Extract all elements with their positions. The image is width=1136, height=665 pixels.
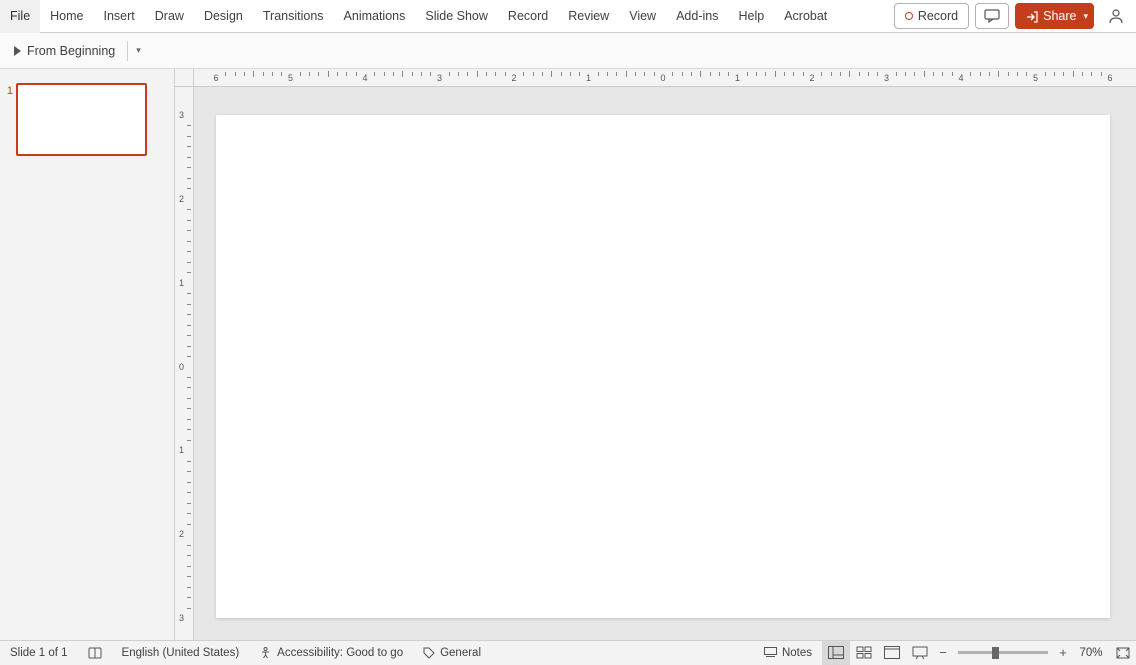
record-button[interactable]: Record (894, 3, 969, 29)
thumbnail-number: 1 (2, 83, 16, 97)
ruler-h-label: 5 (288, 73, 293, 83)
tab-design[interactable]: Design (194, 0, 253, 33)
zoom-percentage[interactable]: 70% (1072, 647, 1110, 659)
slide-canvas-wrap (194, 87, 1136, 640)
thumbnail-slide-1[interactable]: 1 (0, 83, 174, 156)
comment-icon (984, 9, 1000, 23)
from-beginning-button[interactable]: From Beginning (6, 41, 123, 61)
tab-help[interactable]: Help (728, 0, 774, 33)
ruler-h-label: 1 (735, 73, 740, 83)
sorter-view-icon (856, 646, 872, 659)
accessibility-icon (259, 646, 272, 659)
book-icon (88, 646, 102, 660)
ruler-v-label: 1 (179, 278, 184, 288)
tab-acrobat[interactable]: Acrobat (774, 0, 837, 33)
ruler-v-label: 3 (179, 110, 184, 120)
share-icon (1025, 10, 1038, 23)
tab-home[interactable]: Home (40, 0, 93, 33)
tab-animations[interactable]: Animations (334, 0, 416, 33)
record-dot-icon (905, 12, 913, 20)
ruler-h-label: 2 (809, 73, 814, 83)
tab-record[interactable]: Record (498, 0, 558, 33)
status-sensitivity[interactable]: General (413, 641, 491, 665)
notes-button[interactable]: Notes (754, 641, 822, 665)
ruler-h-label: 1 (586, 73, 591, 83)
ruler-h-label: 2 (511, 73, 516, 83)
fit-to-window-button[interactable] (1110, 641, 1136, 665)
status-language[interactable]: English (United States) (112, 641, 250, 665)
view-sorter-button[interactable] (850, 641, 878, 665)
record-button-label: Record (918, 9, 958, 23)
status-accessibility[interactable]: Accessibility: Good to go (249, 641, 413, 665)
comments-button[interactable] (975, 3, 1009, 29)
tab-insert[interactable]: Insert (94, 0, 145, 33)
tab-draw[interactable]: Draw (145, 0, 194, 33)
ruler-h-label: 4 (958, 73, 963, 83)
from-beginning-label: From Beginning (27, 44, 115, 58)
toolbar-more-dropdown[interactable]: ▾ (132, 41, 145, 60)
ruler-v-label: 1 (179, 445, 184, 455)
thumbnail-pane: 1 (0, 69, 175, 640)
slideshow-view-icon (912, 646, 928, 659)
reading-view-icon (884, 646, 900, 659)
status-slide-count[interactable]: Slide 1 of 1 (0, 641, 78, 665)
status-right: Notes (754, 641, 1136, 665)
play-icon (14, 46, 21, 56)
ribbon-tabs: File Home Insert Draw Design Transitions… (0, 0, 1136, 33)
ruler-h-label: 5 (1033, 73, 1038, 83)
slide-canvas[interactable] (216, 115, 1110, 618)
tag-icon (423, 647, 435, 659)
view-normal-button[interactable] (822, 641, 850, 665)
status-spellcheck[interactable] (78, 641, 112, 665)
sensitivity-label: General (440, 641, 481, 665)
ruler-h-label: 6 (213, 73, 218, 83)
status-bar: Slide 1 of 1 English (United States) Acc… (0, 640, 1136, 664)
vertical-ruler[interactable]: 3 2 1 0 1 2 3 (175, 87, 194, 640)
tab-slideshow[interactable]: Slide Show (415, 0, 498, 33)
ruler-h-label: 4 (362, 73, 367, 83)
view-slideshow-button[interactable] (906, 641, 934, 665)
thumbnail-preview (16, 83, 147, 156)
share-dropdown-icon: ▾ (1083, 11, 1088, 22)
ribbon-right-controls: Record Share ▾ (894, 3, 1128, 29)
tab-view[interactable]: View (619, 0, 666, 33)
toolbar-separator (127, 41, 128, 61)
ruler-v-label: 0 (179, 362, 184, 372)
ruler-v-label: 2 (179, 194, 184, 204)
zoom-slider-thumb[interactable] (992, 647, 999, 659)
quick-toolbar: From Beginning ▾ (0, 33, 1136, 69)
view-reading-button[interactable] (878, 641, 906, 665)
ruler-h-label: 6 (1107, 73, 1112, 83)
share-button-label: Share (1043, 9, 1076, 23)
ruler-v-label: 3 (179, 613, 184, 623)
tab-review[interactable]: Review (558, 0, 619, 33)
ruler-h-label: 3 (437, 73, 442, 83)
ruler-h-label: 3 (884, 73, 889, 83)
main-area: 1 6 5 4 3 2 1 0 1 2 3 4 5 6 3 2 1 0 1 2 3 (0, 69, 1136, 640)
zoom-out-button[interactable]: − (934, 641, 952, 665)
tab-file[interactable]: File (0, 0, 40, 33)
slide-edit-area: 6 5 4 3 2 1 0 1 2 3 4 5 6 3 2 1 0 1 2 3 (175, 69, 1136, 640)
status-left: Slide 1 of 1 English (United States) Acc… (0, 641, 491, 665)
normal-view-icon (828, 646, 844, 659)
tab-transitions[interactable]: Transitions (253, 0, 334, 33)
notes-icon (764, 647, 777, 658)
ruler-origin (175, 69, 194, 87)
fit-icon (1115, 646, 1131, 660)
accessibility-label: Accessibility: Good to go (277, 641, 403, 665)
ruler-v-label: 2 (179, 529, 184, 539)
horizontal-ruler[interactable]: 6 5 4 3 2 1 0 1 2 3 4 5 6 (194, 69, 1136, 87)
share-button[interactable]: Share ▾ (1015, 3, 1094, 29)
notes-label: Notes (782, 641, 812, 665)
ruler-h-label: 0 (660, 73, 665, 83)
zoom-slider[interactable] (958, 651, 1048, 654)
tab-addins[interactable]: Add-ins (666, 0, 728, 33)
user-account-icon[interactable] (1104, 4, 1128, 28)
zoom-in-button[interactable]: + (1054, 641, 1072, 665)
